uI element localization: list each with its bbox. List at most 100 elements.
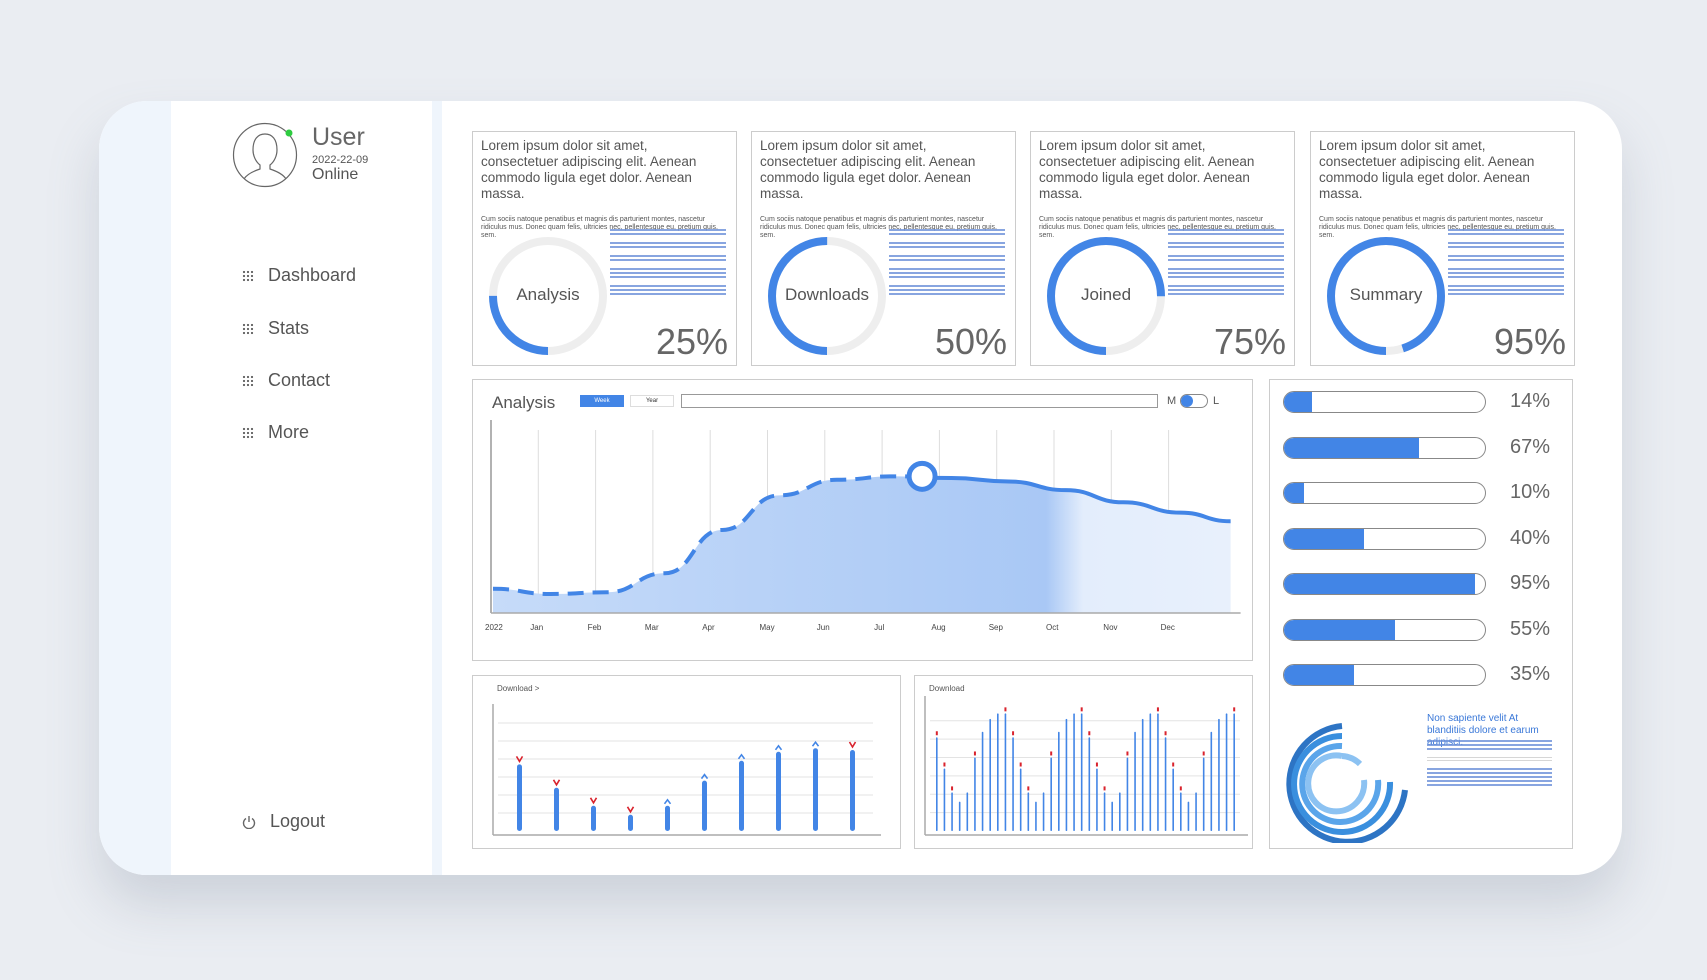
progress-fill bbox=[1284, 528, 1365, 549]
bar bbox=[1134, 731, 1136, 831]
peak-marker bbox=[1179, 786, 1182, 791]
x-tick-label: Nov bbox=[1103, 623, 1117, 632]
bar bbox=[981, 731, 984, 831]
bar bbox=[966, 792, 969, 831]
donut-label: Analysis bbox=[516, 285, 580, 304]
bar bbox=[1218, 718, 1220, 831]
bar bbox=[1080, 713, 1083, 831]
bar bbox=[1111, 801, 1113, 831]
range-slider[interactable] bbox=[681, 394, 1158, 408]
peak-marker bbox=[1088, 731, 1091, 736]
tab-year[interactable]: Year bbox=[630, 395, 674, 407]
sidebar-item-dashboard[interactable]: Dashboard bbox=[242, 265, 356, 286]
bar bbox=[1164, 737, 1167, 831]
stat-card-joined[interactable]: Lorem ipsum dolor sit amet, consectetuer… bbox=[1030, 131, 1295, 366]
progress-bar bbox=[1283, 482, 1486, 504]
up-marker bbox=[774, 744, 783, 751]
sidebar-divider bbox=[432, 101, 442, 875]
x-tick-label: Jun bbox=[817, 623, 830, 632]
bar bbox=[1202, 757, 1205, 831]
up-marker bbox=[737, 753, 746, 760]
progress-bar bbox=[1283, 391, 1486, 413]
card-percent: 95% bbox=[1493, 321, 1566, 362]
progress-bar bbox=[1283, 618, 1486, 641]
card-percent: 75% bbox=[1213, 321, 1286, 362]
donut-label: Downloads bbox=[784, 285, 870, 304]
bar bbox=[1058, 731, 1060, 831]
tab-week[interactable]: Week bbox=[580, 395, 624, 407]
peak-marker bbox=[1050, 751, 1053, 756]
user-name: User bbox=[312, 123, 365, 151]
progress-bar bbox=[1283, 573, 1486, 595]
sidebar-item-more[interactable]: More bbox=[242, 422, 309, 443]
down-marker bbox=[848, 741, 857, 749]
x-tick-label: May bbox=[760, 623, 775, 632]
x-tick-label: Dec bbox=[1161, 623, 1175, 632]
progress-fill bbox=[1284, 619, 1395, 640]
peak-marker bbox=[1004, 707, 1007, 712]
sidebar-item-contact[interactable]: Contact bbox=[242, 370, 330, 391]
sidebar-item-stats[interactable]: Stats bbox=[242, 318, 309, 339]
stat-card-analysis[interactable]: Lorem ipsum dolor sit amet, consectetuer… bbox=[472, 131, 737, 366]
card-text-lines bbox=[889, 229, 1005, 297]
download-chart-panel: Download > bbox=[472, 675, 901, 849]
card-text-lines bbox=[610, 229, 726, 297]
avatar[interactable] bbox=[232, 122, 298, 188]
radial-chart-icon bbox=[1286, 723, 1408, 843]
bar bbox=[943, 768, 946, 831]
bar bbox=[1073, 713, 1075, 831]
stat-card-downloads[interactable]: Lorem ipsum dolor sit amet, consectetuer… bbox=[751, 131, 1016, 366]
bar bbox=[517, 764, 522, 831]
highlight-point bbox=[906, 460, 938, 492]
stat-card-summary[interactable]: Lorem ipsum dolor sit amet, consectetuer… bbox=[1310, 131, 1575, 366]
progress-label: 40% bbox=[1510, 526, 1551, 549]
bar bbox=[1187, 801, 1190, 831]
card-percent: 25% bbox=[655, 321, 728, 362]
bar bbox=[958, 801, 961, 831]
bar bbox=[1119, 792, 1121, 831]
user-info: User 2022-22-09 Online bbox=[312, 123, 368, 184]
peak-marker bbox=[1095, 762, 1098, 767]
grid-icon bbox=[242, 322, 254, 335]
x-tick-label: Aug bbox=[931, 623, 945, 632]
up-marker bbox=[811, 740, 820, 747]
bar bbox=[1096, 768, 1098, 831]
logout-button[interactable]: Logout bbox=[242, 811, 325, 832]
bar bbox=[591, 805, 596, 831]
bar bbox=[951, 792, 953, 831]
x-tick-label: Oct bbox=[1046, 623, 1059, 632]
up-marker bbox=[663, 798, 672, 805]
sidebar-item-label: Contact bbox=[268, 370, 331, 390]
size-toggle[interactable] bbox=[1180, 394, 1208, 408]
bar bbox=[1233, 713, 1235, 831]
progress-label: 95% bbox=[1510, 572, 1551, 594]
peak-marker bbox=[1103, 786, 1106, 791]
bar bbox=[1210, 731, 1213, 831]
bar bbox=[1019, 768, 1022, 831]
user-status: Online bbox=[312, 166, 359, 183]
x-tick-label: Jul bbox=[874, 623, 884, 632]
toggle-left-label: M bbox=[1167, 395, 1177, 407]
peak-marker bbox=[1164, 731, 1167, 736]
download-chart-panel-2: Download bbox=[914, 675, 1253, 849]
bar bbox=[554, 787, 559, 831]
bar bbox=[1050, 757, 1052, 831]
peak-marker bbox=[1080, 707, 1083, 712]
bar bbox=[702, 780, 707, 831]
x-tick-label: Apr bbox=[702, 623, 715, 632]
x-tick-label: 2022 bbox=[485, 623, 503, 632]
grid-icon bbox=[242, 374, 254, 387]
sidebar-strip bbox=[99, 101, 171, 875]
bar bbox=[936, 737, 938, 831]
x-tick-label: Jan bbox=[530, 623, 543, 632]
bar bbox=[1141, 718, 1144, 831]
grid-icon bbox=[242, 426, 254, 439]
progress-bar bbox=[1283, 436, 1486, 459]
info-text-lines bbox=[1427, 740, 1552, 788]
bar bbox=[1172, 768, 1174, 831]
donut-label: Summary bbox=[1349, 285, 1423, 304]
peak-marker bbox=[1172, 762, 1175, 767]
bar bbox=[1225, 713, 1228, 831]
logout-label: Logout bbox=[270, 811, 326, 831]
bar bbox=[1012, 737, 1014, 831]
